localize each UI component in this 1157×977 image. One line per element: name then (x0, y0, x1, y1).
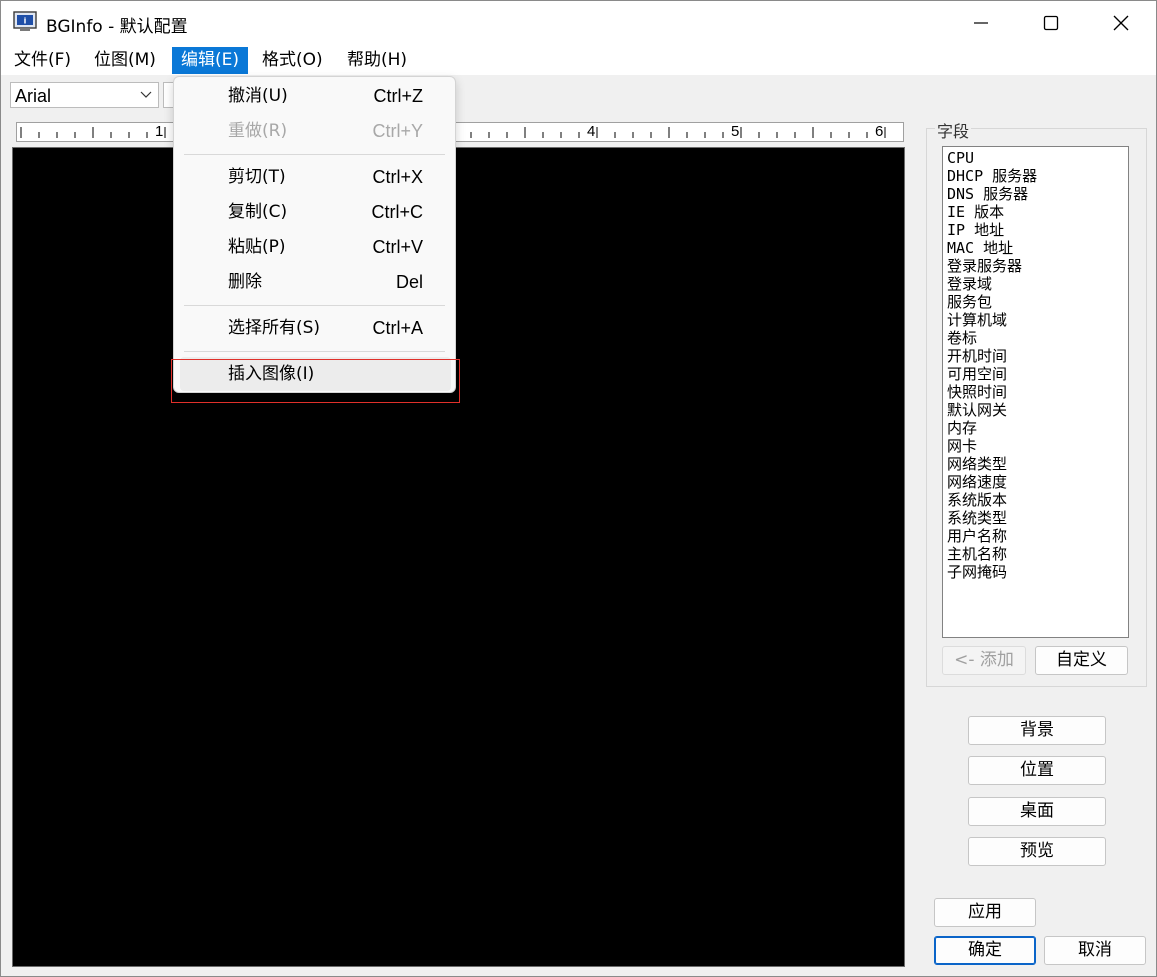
field-list-item[interactable]: 用户名称 (947, 527, 1128, 545)
desktop-button[interactable]: 桌面 (968, 797, 1106, 826)
menu-item-label: 删除 (228, 272, 262, 292)
menu-item-shortcut: Ctrl+Y (372, 121, 423, 141)
menu-item-shortcut: Ctrl+A (372, 318, 423, 338)
ruler-ticks (20, 127, 886, 138)
menu-item-shortcut: Ctrl+Z (373, 86, 424, 106)
ruler-label: 6 (875, 123, 884, 140)
minimize-icon (974, 22, 988, 24)
custom-field-button[interactable]: 自定义 (1035, 646, 1128, 675)
field-list-item[interactable]: DNS 服务器 (947, 185, 1128, 203)
menu-item-shortcut: Ctrl+C (371, 202, 423, 222)
menu-item-delete[interactable]: 删除 Del (180, 265, 451, 299)
bginfo-app-icon: i (13, 11, 37, 31)
background-button[interactable]: 背景 (968, 716, 1106, 745)
menu-item-shortcut: Ctrl+V (372, 237, 423, 257)
menu-item-label: 重做(R) (228, 121, 288, 141)
font-select-value: Arial (15, 86, 52, 106)
field-list-item[interactable]: 网卡 (947, 437, 1128, 455)
menu-bar: 文件(F) 位图(M) 编辑(E) 格式(O) 帮助(H) (1, 45, 1156, 75)
ruler-label: 4 (587, 123, 596, 140)
field-list-item[interactable]: DHCP 服务器 (947, 167, 1128, 185)
field-list-item[interactable]: 卷标 (947, 329, 1128, 347)
close-button[interactable] (1086, 1, 1156, 45)
menu-help[interactable]: 帮助(H) (338, 47, 416, 74)
close-icon (1113, 15, 1129, 31)
ruler-label: 5 (731, 123, 740, 140)
apply-button[interactable]: 应用 (934, 898, 1036, 927)
title-bar: i BGInfo - 默认配置 (1, 1, 1156, 45)
ruler: 1 4 5 6 (16, 122, 904, 142)
menu-item-shortcut: Ctrl+X (372, 167, 423, 187)
edit-menu-dropdown: 撤消(U) Ctrl+Z 重做(R) Ctrl+Y 剪切(T) Ctrl+X 复… (173, 76, 456, 393)
field-list-item[interactable]: 开机时间 (947, 347, 1128, 365)
field-list-item[interactable]: 登录服务器 (947, 257, 1128, 275)
fields-caption: 字段 (935, 118, 972, 142)
fields-list[interactable]: CPU DHCP 服务器 DNS 服务器 IE 版本 IP 地址 MAC 地址 登录服务器登… (942, 146, 1129, 638)
menu-bitmap[interactable]: 位图(M) (85, 47, 165, 74)
menu-separator (184, 351, 445, 352)
ok-button[interactable]: 确定 (934, 936, 1036, 965)
maximize-button[interactable] (1016, 1, 1086, 45)
menu-item-label: 撤消(U) (228, 86, 288, 106)
font-select[interactable]: Arial (10, 82, 159, 108)
field-list-item[interactable]: IE 版本 (947, 203, 1128, 221)
field-list-item[interactable]: 系统版本 (947, 491, 1128, 509)
bginfo-window: i BGInfo - 默认配置 文件(F) 位图(M) 编辑(E) 格式(O) … (0, 0, 1157, 977)
preview-button[interactable]: 预览 (968, 837, 1106, 866)
field-list-item[interactable]: 网络速度 (947, 473, 1128, 491)
field-list-item[interactable]: 子网掩码 (947, 563, 1128, 581)
text-editor-canvas[interactable] (12, 147, 905, 967)
field-list-item[interactable]: 默认网关 (947, 401, 1128, 419)
menu-item-shortcut: Del (395, 272, 423, 292)
menu-item-label: 剪切(T) (228, 167, 286, 187)
field-list-item[interactable]: 系统类型 (947, 509, 1128, 527)
field-list-item[interactable]: 主机名称 (947, 545, 1128, 563)
field-list-item[interactable]: 快照时间 (947, 383, 1128, 401)
chevron-down-icon (140, 91, 152, 98)
menu-item-label: 复制(C) (228, 202, 288, 222)
position-button[interactable]: 位置 (968, 756, 1106, 785)
menu-separator (184, 305, 445, 306)
field-list-item[interactable]: 网络类型 (947, 455, 1128, 473)
menu-item-select-all[interactable]: 选择所有(S) Ctrl+A (180, 311, 451, 345)
menu-item-label: 粘贴(P) (228, 237, 286, 257)
field-list-item[interactable]: 登录域 (947, 275, 1128, 293)
menu-item-label: 选择所有(S) (228, 318, 321, 338)
menu-file[interactable]: 文件(F) (5, 47, 80, 74)
menu-item-cut[interactable]: 剪切(T) Ctrl+X (180, 160, 451, 194)
cancel-button[interactable]: 取消 (1044, 936, 1146, 965)
field-list-item[interactable]: IP 地址 (947, 221, 1128, 239)
insert-image-highlight (171, 359, 460, 403)
minimize-button[interactable] (946, 1, 1016, 45)
menu-item-paste[interactable]: 粘贴(P) Ctrl+V (180, 230, 451, 264)
menu-item-undo[interactable]: 撤消(U) Ctrl+Z (180, 79, 451, 113)
menu-separator (184, 154, 445, 155)
field-list-item[interactable]: 计算机域 (947, 311, 1128, 329)
window-title: BGInfo - 默认配置 (46, 17, 188, 37)
menu-format[interactable]: 格式(O) (253, 47, 332, 74)
field-list-item[interactable]: CPU (947, 149, 1128, 167)
ruler-label: 1 (155, 123, 164, 140)
field-list-item[interactable]: 服务包 (947, 293, 1128, 311)
maximize-icon (1043, 15, 1059, 31)
field-list-item[interactable]: 内存 (947, 419, 1128, 437)
svg-text:i: i (24, 17, 27, 26)
field-list-item[interactable]: MAC 地址 (947, 239, 1128, 257)
menu-edit[interactable]: 编辑(E) (172, 47, 249, 74)
add-field-button[interactable]: <- 添加 (942, 646, 1026, 675)
menu-item-copy[interactable]: 复制(C) Ctrl+C (180, 195, 451, 229)
menu-item-redo[interactable]: 重做(R) Ctrl+Y (180, 114, 451, 148)
field-list-item[interactable]: 可用空间 (947, 365, 1128, 383)
